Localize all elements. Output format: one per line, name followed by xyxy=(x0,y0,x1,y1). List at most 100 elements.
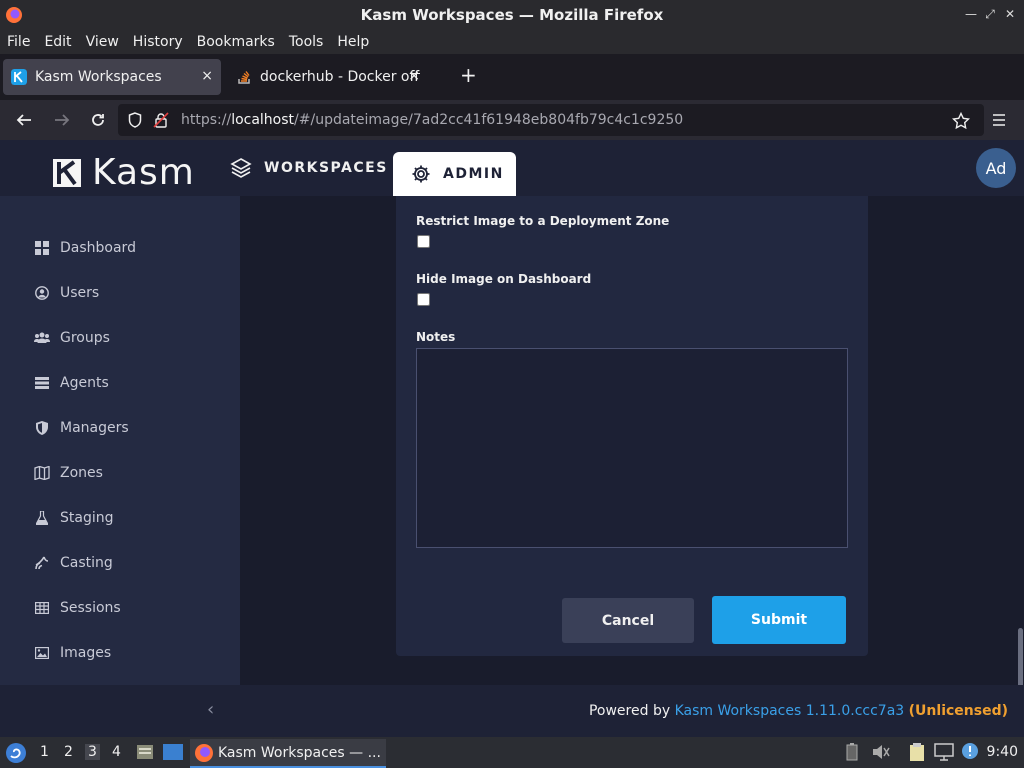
submit-button[interactable]: Submit xyxy=(712,596,846,644)
taskbar-firefox-window[interactable]: Kasm Workspaces — ... xyxy=(190,739,386,768)
file-manager-icon[interactable] xyxy=(136,743,154,761)
sidebar-item-casting[interactable]: Casting xyxy=(34,553,113,573)
hamburger-menu-icon[interactable] xyxy=(991,112,1007,128)
menu-help[interactable]: Help xyxy=(337,34,369,50)
sidebar-item-staging[interactable]: Staging xyxy=(34,508,114,528)
notes-label: Notes xyxy=(416,330,456,344)
tab-kasm-workspaces[interactable]: Kasm Workspaces × xyxy=(3,59,221,95)
workspace-2[interactable]: 2 xyxy=(64,744,73,760)
menu-history[interactable]: History xyxy=(133,34,183,50)
sidebar-item-label: Casting xyxy=(60,555,113,571)
version-link[interactable]: Kasm Workspaces 1.11.0.ccc7a3 xyxy=(675,703,905,719)
users-icon xyxy=(34,330,50,346)
firefox-taskbar-icon xyxy=(195,743,213,762)
workspace-1[interactable]: 1 xyxy=(40,744,49,760)
gear-icon xyxy=(412,165,430,183)
flask-icon xyxy=(34,510,50,526)
restrict-zone-label: Restrict Image to a Deployment Zone xyxy=(416,214,670,228)
start-menu-icon[interactable] xyxy=(5,742,27,764)
notes-textarea[interactable] xyxy=(416,348,848,548)
main-content: Restrict Image to a Deployment Zone Hide… xyxy=(240,196,1024,685)
menu-view[interactable]: View xyxy=(86,34,119,50)
system-clock: 9:40 xyxy=(986,744,1018,760)
volume-muted-icon[interactable] xyxy=(872,744,890,760)
nav-workspaces-label: WORKSPACES xyxy=(264,160,388,176)
navigation-bar: https://localhost/#/updateimage/7ad2cc41… xyxy=(0,100,1024,140)
update-image-form: Restrict Image to a Deployment Zone Hide… xyxy=(396,196,868,656)
maximize-button[interactable]: ⤢ xyxy=(983,7,997,22)
brand-name: Kasm xyxy=(92,152,195,193)
sidebar-item-label: Agents xyxy=(60,375,109,391)
workspace-3[interactable]: 3 xyxy=(85,744,100,760)
sidebar-item-managers[interactable]: Managers xyxy=(34,418,129,438)
tab-bar: Kasm Workspaces × dockerhub - Docker off… xyxy=(0,54,1024,100)
layers-icon xyxy=(230,158,252,178)
tab-label: dockerhub - Docker offici xyxy=(260,69,420,85)
cast-icon xyxy=(34,555,50,571)
cancel-button[interactable]: Cancel xyxy=(562,598,694,643)
back-icon[interactable] xyxy=(12,111,36,129)
menu-edit[interactable]: Edit xyxy=(44,34,71,50)
menubar: File Edit View History Bookmarks Tools H… xyxy=(0,30,1024,54)
sidebar-item-users[interactable]: Users xyxy=(34,283,99,303)
tab-close-icon[interactable]: × xyxy=(408,68,420,84)
image-icon xyxy=(34,645,50,661)
kasm-logo-icon xyxy=(53,158,81,187)
system-taskbar: 1 2 3 4 Kasm Workspaces — ... 9:40 xyxy=(0,737,1024,768)
notification-icon[interactable] xyxy=(961,742,979,760)
menu-bookmarks[interactable]: Bookmarks xyxy=(197,34,275,50)
hide-image-label: Hide Image on Dashboard xyxy=(416,272,592,286)
app-header: Kasm WORKSPACES ADMIN Ad xyxy=(0,140,1024,196)
reload-icon[interactable] xyxy=(86,111,110,129)
shield-icon xyxy=(34,420,50,436)
hide-image-checkbox[interactable] xyxy=(417,293,430,306)
taskbar-app-label: Kasm Workspaces — ... xyxy=(218,744,381,761)
window-title: Kasm Workspaces — Mozilla Firefox xyxy=(360,6,664,24)
sidebar-item-label: Images xyxy=(60,645,112,661)
table-icon xyxy=(34,600,50,616)
tab-dockerhub[interactable]: dockerhub - Docker offici × xyxy=(228,59,428,95)
nav-admin[interactable]: ADMIN xyxy=(393,152,516,196)
shield-icon[interactable] xyxy=(128,112,142,128)
sidebar-item-agents[interactable]: Agents xyxy=(34,373,109,393)
workspace-4[interactable]: 4 xyxy=(112,744,121,760)
sidebar-item-sessions[interactable]: Sessions xyxy=(34,598,121,618)
window-titlebar: Kasm Workspaces — Mozilla Firefox — ⤢ ✕ xyxy=(0,0,1024,30)
user-avatar[interactable]: Ad xyxy=(976,148,1016,188)
collapse-sidebar-icon[interactable]: ‹ xyxy=(207,699,214,720)
sidebar-item-zones[interactable]: Zones xyxy=(34,463,103,483)
sidebar-item-label: Dashboard xyxy=(60,240,136,256)
admin-sidebar: Dashboard Users Groups Agents Managers Z… xyxy=(0,196,240,685)
sidebar-item-label: Users xyxy=(60,285,100,301)
firefox-icon xyxy=(6,7,22,23)
terminal-icon[interactable] xyxy=(163,744,183,760)
new-tab-button[interactable]: + xyxy=(460,63,477,87)
forward-icon[interactable] xyxy=(50,111,74,129)
bookmark-star-icon[interactable] xyxy=(952,112,970,130)
nav-workspaces[interactable]: WORKSPACES xyxy=(230,140,388,196)
sidebar-item-groups[interactable]: Groups xyxy=(34,328,110,348)
sidebar-item-label: Zones xyxy=(60,465,103,481)
menu-file[interactable]: File xyxy=(7,34,30,50)
insecure-lock-icon[interactable] xyxy=(153,112,169,128)
kasm-logo[interactable]: Kasm xyxy=(50,152,195,193)
close-window-button[interactable]: ✕ xyxy=(1003,7,1017,21)
user-circle-icon xyxy=(34,285,50,301)
tab-close-icon[interactable]: × xyxy=(201,68,213,84)
clipboard-icon[interactable] xyxy=(908,742,926,762)
stackoverflow-favicon-icon xyxy=(238,71,250,84)
grid-icon xyxy=(34,240,50,256)
minimize-button[interactable]: — xyxy=(964,7,978,21)
sidebar-item-label: Managers xyxy=(60,420,129,436)
network-icon[interactable] xyxy=(934,743,954,761)
url-text[interactable]: https://localhost/#/updateimage/7ad2cc41… xyxy=(181,112,683,128)
sidebar-item-label: Sessions xyxy=(60,600,121,616)
sidebar-item-images[interactable]: Images xyxy=(34,643,111,663)
tab-label: Kasm Workspaces xyxy=(35,69,162,85)
restrict-zone-checkbox[interactable] xyxy=(417,235,430,248)
kasm-favicon-icon xyxy=(11,69,27,85)
sidebar-item-dashboard[interactable]: Dashboard xyxy=(34,238,136,258)
menu-tools[interactable]: Tools xyxy=(289,34,324,50)
app-footer: ‹ Powered by Kasm Workspaces 1.11.0.ccc7… xyxy=(0,685,1024,737)
url-bar[interactable]: https://localhost/#/updateimage/7ad2cc41… xyxy=(118,104,984,136)
